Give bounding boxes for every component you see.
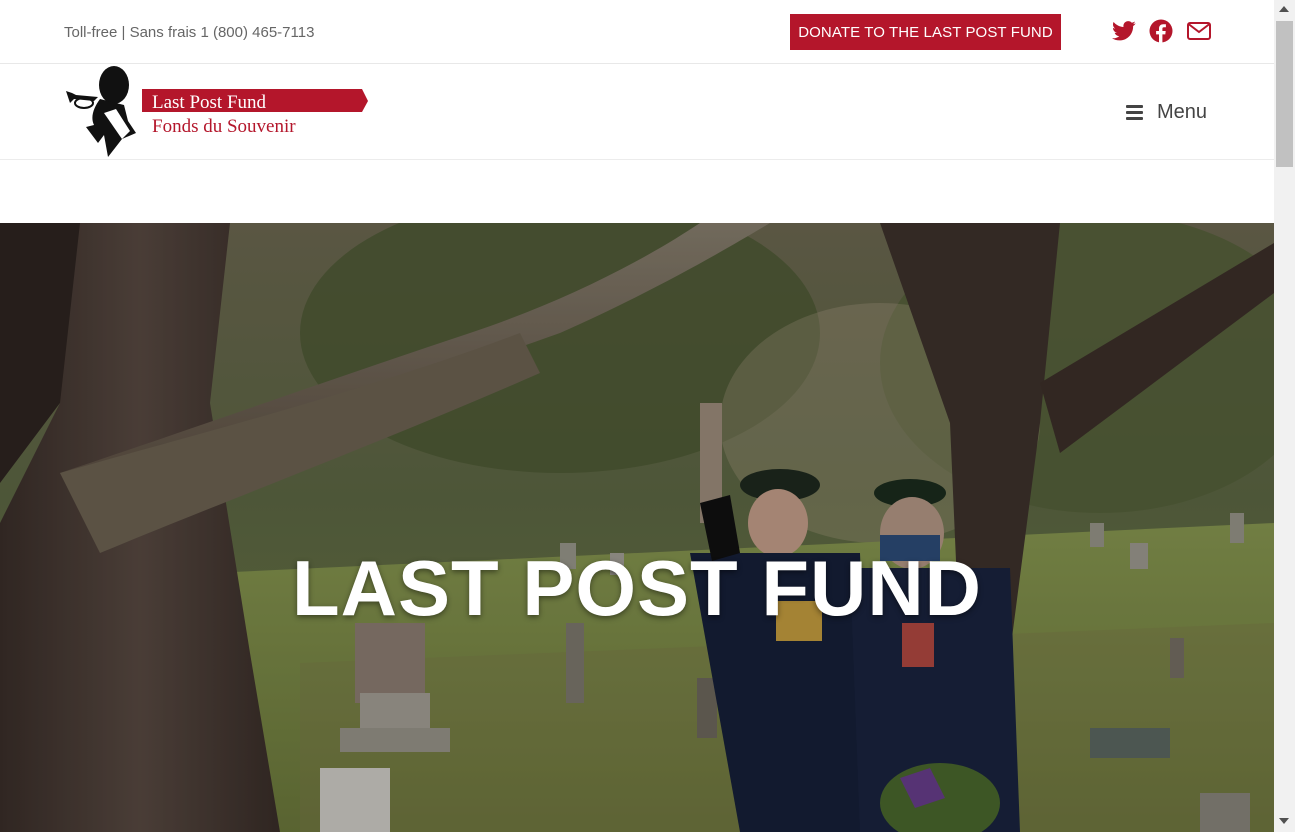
mail-icon [1187,22,1211,40]
hero-photo [0,223,1274,832]
hero-title: LAST POST FUND [292,544,982,632]
mail-link[interactable] [1186,19,1212,43]
top-bar: Toll-free | Sans frais 1 (800) 465-7113 … [0,0,1274,64]
scroll-down-arrow-icon[interactable] [1279,818,1289,824]
bugler-logo-icon: Last Post Fund Fonds du Souvenir [66,66,368,157]
tollfree-phone: Toll-free | Sans frais 1 (800) 465-7113 [64,24,315,41]
site-logo[interactable]: Last Post Fund Fonds du Souvenir [64,65,370,159]
scroll-up-arrow-icon[interactable] [1279,6,1289,12]
facebook-link[interactable] [1148,19,1174,43]
site-header: Last Post Fund Fonds du Souvenir Menu [0,65,1274,160]
twitter-link[interactable] [1111,19,1137,43]
twitter-icon [1112,21,1136,41]
page-scrollbar[interactable] [1274,0,1295,832]
logo-line1: Last Post Fund [152,92,267,113]
logo-line2: Fonds du Souvenir [152,116,296,137]
scroll-thumb[interactable] [1276,21,1293,167]
menu-button[interactable]: Menu [1126,99,1207,125]
facebook-icon [1149,19,1173,43]
hero-banner: LAST POST FUND [0,223,1274,832]
donate-button[interactable]: DONATE TO THE LAST POST FUND [790,14,1061,50]
hamburger-icon [1126,104,1143,120]
menu-label: Menu [1157,100,1208,123]
